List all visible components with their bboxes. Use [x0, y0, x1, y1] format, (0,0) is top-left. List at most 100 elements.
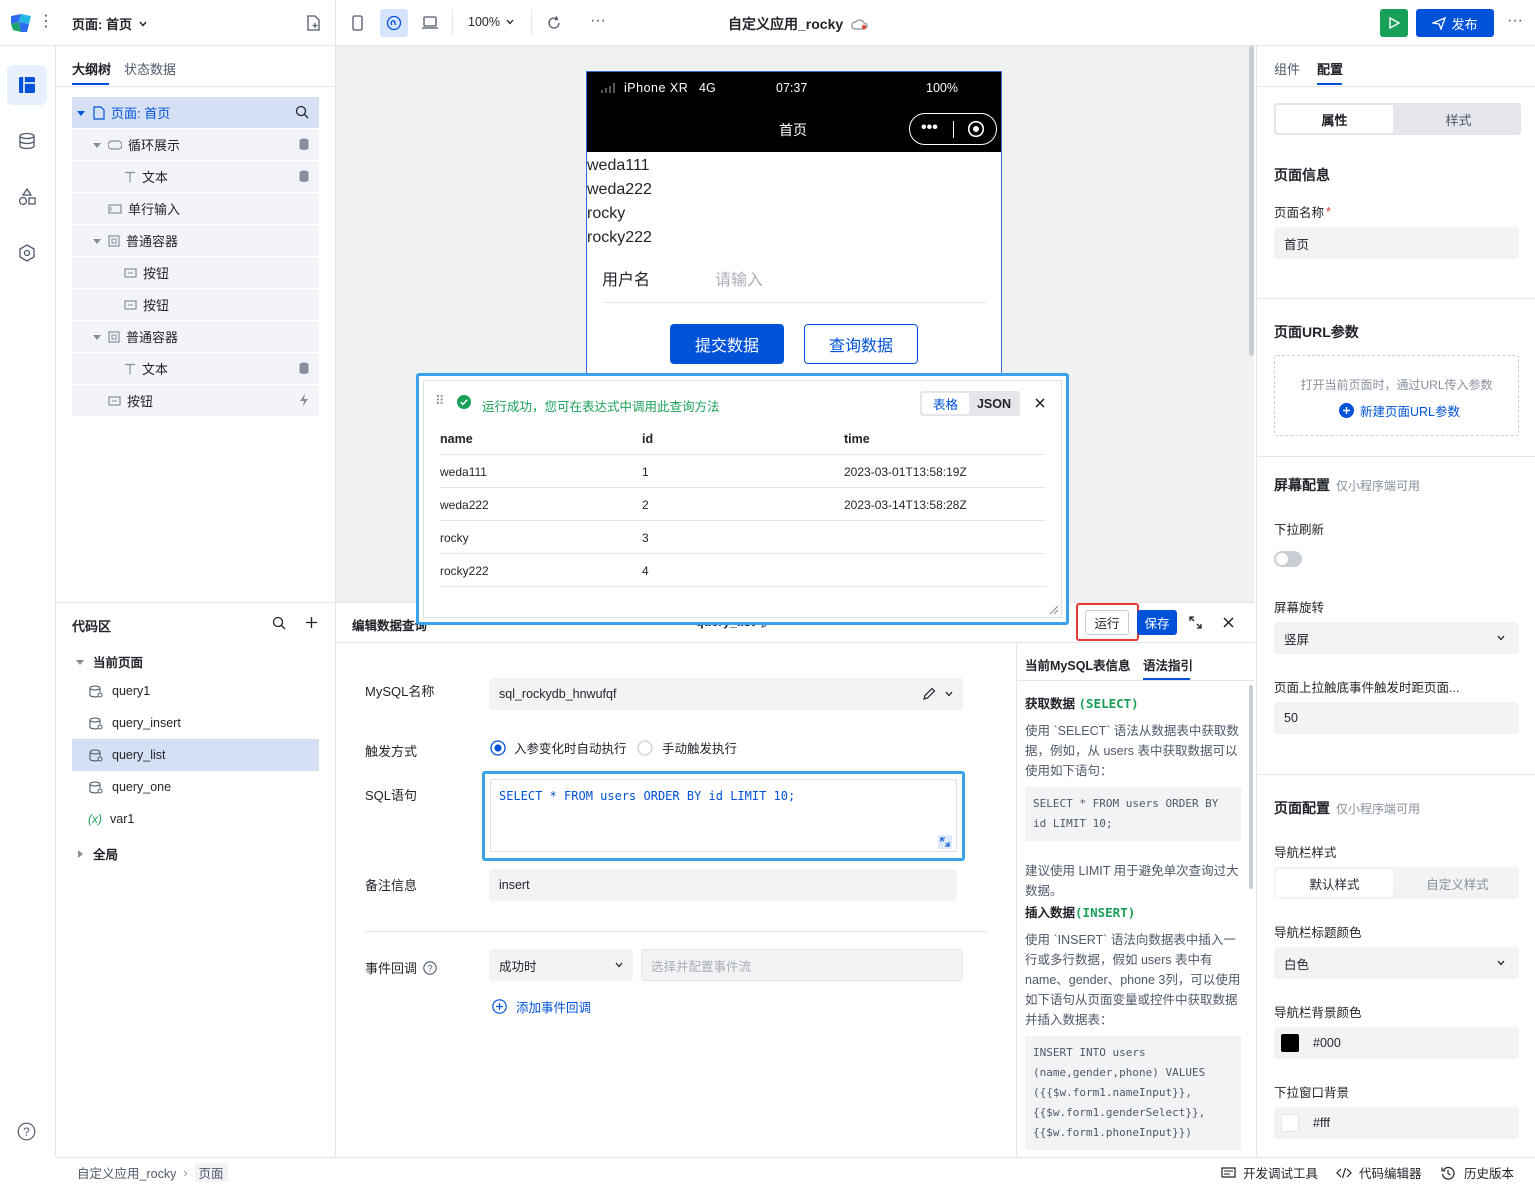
mysql-name-select[interactable]: sql_rockydb_hnwufqf [489, 678, 963, 710]
tree-node-button[interactable]: 按钮 [72, 257, 319, 288]
breadcrumb: 自定义应用_rocky › 页面 [77, 1163, 228, 1182]
reach-bottom-input[interactable]: 50 [1274, 702, 1519, 734]
page-name-input[interactable]: 首页 [1274, 227, 1519, 259]
tree-node-button[interactable]: 按钮 [72, 385, 319, 416]
search-icon[interactable] [295, 105, 309, 119]
table-cell: 3 [642, 531, 649, 545]
components-icon[interactable] [7, 177, 47, 217]
close-icon[interactable] [1223, 617, 1234, 628]
breadcrumb-app[interactable]: 自定义应用_rocky [77, 1163, 176, 1182]
help-icon[interactable]: ? [17, 1122, 36, 1141]
add-event-button[interactable]: 添加事件回调 [492, 997, 591, 1016]
segment-style[interactable]: 样式 [1398, 105, 1519, 133]
save-button[interactable]: 保存 [1137, 610, 1177, 635]
trigger-manual-radio[interactable]: 手动触发执行 [637, 738, 737, 757]
color-swatch[interactable] [1281, 1034, 1299, 1052]
canvas-scrollbar[interactable] [1249, 46, 1254, 356]
publish-button[interactable]: 发布 [1416, 9, 1494, 37]
add-url-param-button[interactable]: 新建页面URL参数 [1339, 401, 1460, 420]
insert-code-line: INSERT INTO users [1033, 1046, 1146, 1059]
nav-bg-color-input[interactable]: #000 [1274, 1027, 1519, 1059]
more-vertical-icon[interactable]: ⋮ [38, 14, 54, 30]
radio-unchecked-icon [637, 739, 653, 756]
search-icon[interactable] [272, 616, 286, 630]
mobile-view-icon[interactable] [352, 15, 363, 31]
rotate-select[interactable]: 竖屏 [1274, 622, 1519, 654]
container-icon [108, 330, 120, 343]
more-icon[interactable]: ··· [590, 12, 606, 30]
more-icon[interactable]: ••• [921, 120, 938, 136]
zoom-selector[interactable]: 100% [468, 15, 515, 29]
close-icon[interactable] [1035, 398, 1045, 408]
code-item-query-list[interactable]: query_list [72, 739, 319, 771]
expand-editor-icon[interactable] [938, 835, 952, 849]
trigger-label: 触发方式 [365, 744, 418, 759]
tree-node-loop[interactable]: 循环展示 [72, 129, 319, 160]
global-group[interactable]: 全局 [76, 844, 118, 863]
pull-refresh-toggle[interactable] [1274, 551, 1302, 567]
tab-outline-tree[interactable]: 大纲树 [72, 59, 111, 78]
tab-config[interactable]: 配置 [1317, 59, 1343, 78]
desktop-view-icon[interactable] [422, 16, 438, 30]
current-page-group[interactable]: 当前页面 [76, 652, 143, 671]
run-button[interactable]: 运行 [1085, 610, 1129, 635]
tree-node-text[interactable]: 文本 [72, 161, 319, 192]
remark-input[interactable]: insert [489, 869, 957, 901]
code-editor-button[interactable]: 代码编辑器 [1336, 1163, 1422, 1182]
preview-button[interactable] [1380, 9, 1408, 37]
sql-highlight: SELECT * FROM users ORDER BY id LIMIT 10… [482, 771, 965, 861]
tree-node-input[interactable]: 单行输入 [72, 193, 319, 224]
edit-icon[interactable] [923, 687, 936, 700]
code-item-var1[interactable]: (x) var1 [72, 803, 319, 835]
add-icon[interactable] [305, 616, 318, 629]
tree-node-container[interactable]: 普通容器 [72, 225, 319, 256]
close-target-icon[interactable] [967, 120, 985, 138]
tab-indicator [1317, 83, 1342, 85]
event-when-select[interactable]: 成功时 [489, 949, 633, 981]
tree-node-button[interactable]: 按钮 [72, 289, 319, 320]
color-swatch[interactable] [1281, 1114, 1299, 1132]
miniprogram-view-icon[interactable] [380, 9, 408, 37]
page-selector[interactable]: 页面: 首页 [72, 14, 148, 33]
query-data-button[interactable]: 查询数据 [804, 324, 918, 364]
nav-custom-option[interactable]: 自定义样式 [1398, 869, 1517, 897]
submit-data-button[interactable]: 提交数据 [670, 324, 784, 364]
database-icon[interactable] [7, 121, 47, 161]
tree-node-page[interactable]: 页面: 首页 [72, 97, 319, 128]
trigger-auto-radio[interactable]: 入参变化时自动执行 [490, 738, 627, 757]
app-logo[interactable] [9, 12, 33, 34]
tree-node-text[interactable]: 文本 [72, 353, 319, 384]
code-item-query-one[interactable]: query_one [72, 771, 319, 803]
segment-props[interactable]: 属性 [1276, 105, 1393, 133]
username-input[interactable]: 请输入 [715, 266, 763, 290]
tree-label: 文本 [142, 362, 169, 377]
drag-handle-icon[interactable]: ⠿ [435, 394, 445, 407]
view-json-button[interactable]: JSON [970, 393, 1018, 414]
capsule-menu[interactable]: ••• [909, 113, 997, 145]
outline-nav-icon[interactable] [7, 65, 47, 105]
code-item-query-insert[interactable]: query_insert [72, 707, 319, 739]
code-item-query1[interactable]: query1 [72, 675, 319, 707]
devtools-button[interactable]: 开发调试工具 [1221, 1163, 1318, 1182]
nav-default-option[interactable]: 默认样式 [1276, 869, 1393, 897]
pull-bg-color-input[interactable]: #fff [1274, 1107, 1519, 1139]
tab-component[interactable]: 组件 [1274, 59, 1300, 78]
nav-title-color-select[interactable]: 白色 [1274, 947, 1519, 979]
history-button[interactable]: 历史版本 [1441, 1163, 1514, 1182]
add-page-icon[interactable] [306, 15, 321, 31]
refresh-icon[interactable] [546, 15, 562, 31]
help-icon[interactable]: ? [423, 960, 437, 975]
breadcrumb-page[interactable]: 页面 [194, 1163, 228, 1182]
view-table-button[interactable]: 表格 [922, 393, 969, 414]
guide-scrollbar[interactable] [1249, 685, 1253, 889]
tree-node-container[interactable]: 普通容器 [72, 321, 319, 352]
tab-state-data[interactable]: 状态数据 [124, 59, 176, 78]
resize-handle-icon[interactable] [1048, 604, 1059, 615]
settings-hex-icon[interactable] [7, 233, 47, 273]
more-icon[interactable]: ··· [1507, 12, 1523, 30]
tab-syntax-guide[interactable]: 语法指引 [1143, 655, 1193, 674]
tab-table-info[interactable]: 当前MySQL表信息 [1025, 655, 1131, 674]
sql-editor[interactable]: SELECT * FROM users ORDER BY id LIMIT 10… [490, 779, 957, 852]
event-flow-select[interactable]: 选择并配置事件流 [641, 949, 963, 981]
expand-icon[interactable] [1189, 616, 1202, 629]
